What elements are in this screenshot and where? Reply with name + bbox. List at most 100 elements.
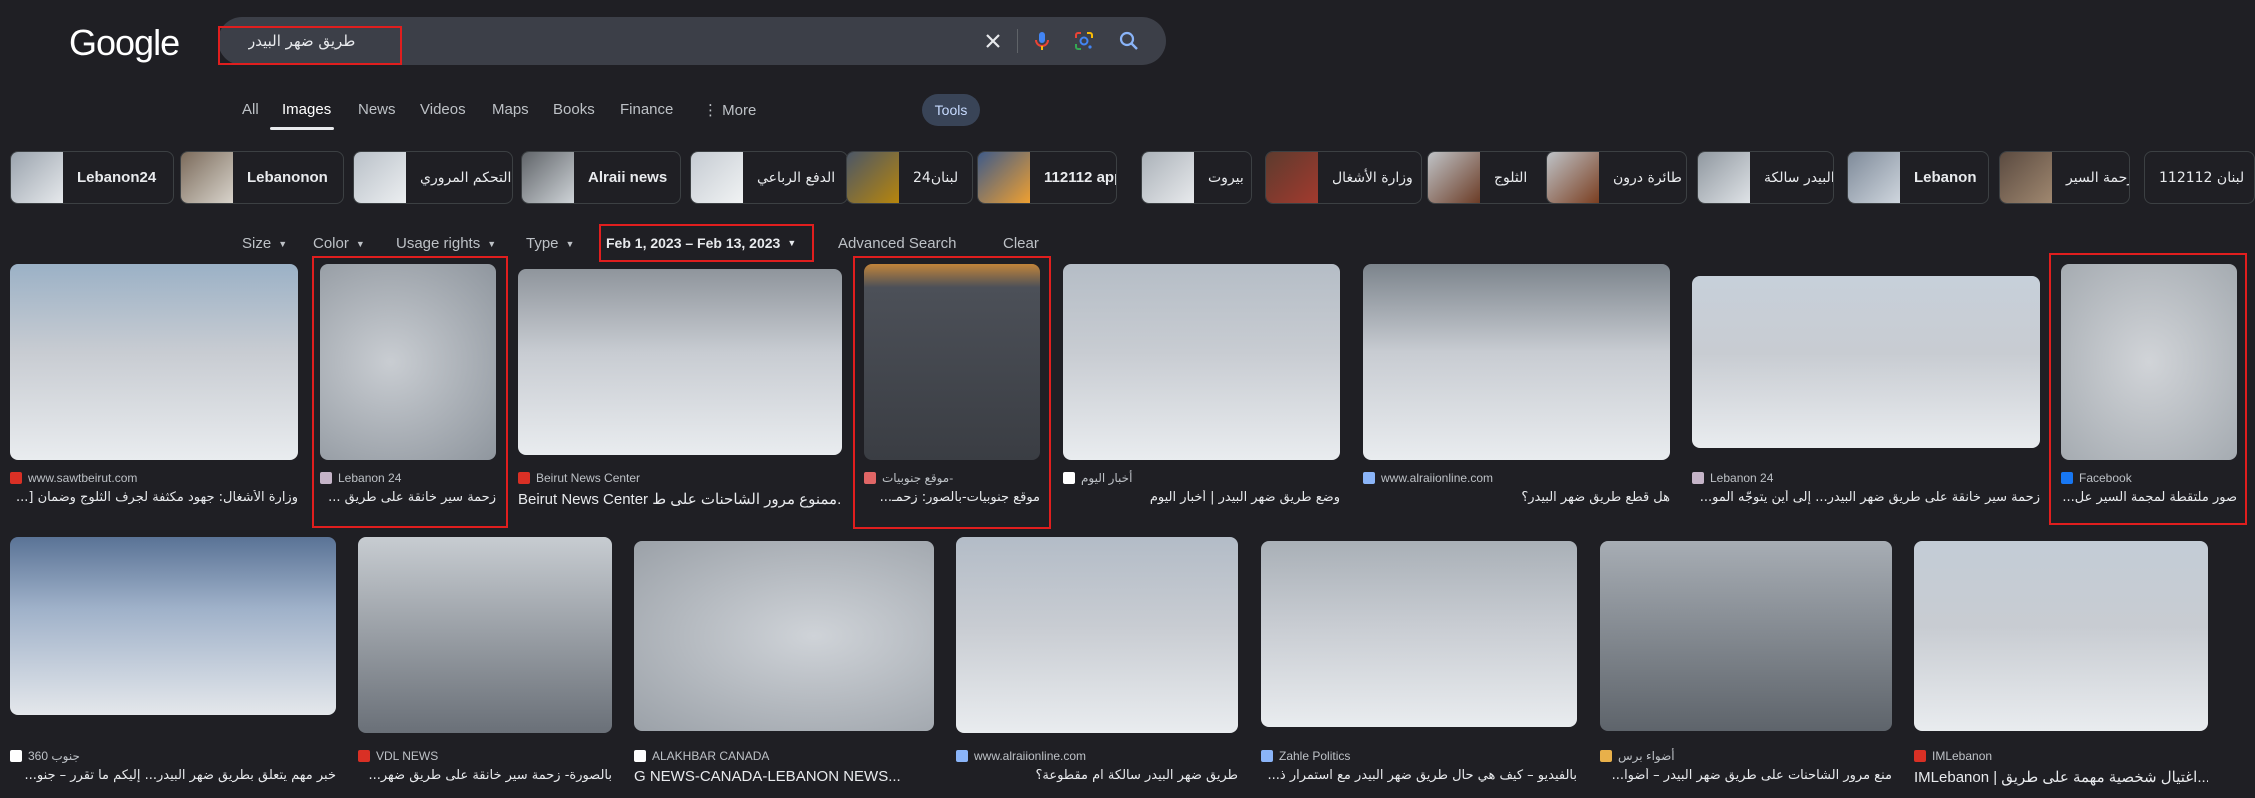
result-title[interactable]: منع مرور الشاحنات على طريق ضهر البيدر – …: [1600, 768, 1892, 783]
tab-finance[interactable]: Finance: [620, 101, 673, 118]
site-favicon-icon: [864, 472, 876, 484]
chip-label: Alraii news: [588, 169, 668, 186]
chip-10[interactable]: طائرة درون: [1546, 151, 1687, 204]
chip-0[interactable]: Lebanon24: [10, 151, 174, 204]
chip-5[interactable]: لبنان24: [846, 151, 973, 204]
filter-color[interactable]: Color ▼: [313, 235, 365, 252]
result-thumbnail[interactable]: [1063, 264, 1340, 460]
chip-12[interactable]: Lebanon: [1847, 151, 1989, 204]
chip-4[interactable]: الدفع الرباعي: [690, 151, 848, 204]
result-title[interactable]: وضع طريق ضهر البيدر | أخبار اليوم: [1063, 490, 1340, 505]
result-source[interactable]: Zahle Politics: [1261, 749, 1350, 763]
result-thumbnail[interactable]: [518, 269, 842, 455]
clear-filters-link[interactable]: Clear: [1003, 235, 1039, 252]
result-source-name: Lebanon 24: [1710, 471, 1774, 485]
result-source[interactable]: أضواء برس: [1600, 749, 1675, 763]
result-title[interactable]: موقع جنوبيات-بالصور: زحمـ...: [864, 490, 1040, 505]
chip-thumbnail: [1698, 152, 1750, 203]
result-source[interactable]: موقع جنوبيات-: [864, 471, 953, 485]
tab-maps[interactable]: Maps: [492, 101, 529, 118]
result-source-name: IMLebanon: [1932, 749, 1993, 763]
chip-8[interactable]: وزارة الأشغال: [1265, 151, 1422, 204]
result-source[interactable]: Lebanon 24: [1692, 471, 1773, 485]
search-button[interactable]: [1117, 29, 1141, 53]
result-title[interactable]: وزارة الأشغال: جهود مكثفة لجرف الثلوج وض…: [10, 490, 298, 505]
tools-button[interactable]: Tools: [922, 94, 980, 126]
result-title[interactable]: Beirut News Center ممنوع مرور الشاحنات ع…: [518, 490, 842, 508]
result-source[interactable]: جنوب 360: [10, 749, 80, 763]
result-thumbnail[interactable]: [1692, 276, 2040, 448]
result-thumbnail[interactable]: [1261, 541, 1577, 727]
chip-14[interactable]: 112112 لبنان: [2144, 151, 2255, 204]
chip-1[interactable]: Lebanonon: [180, 151, 344, 204]
result-title[interactable]: خبر مهم يتعلق بطريق ضهر البيدر... إليكم …: [10, 768, 336, 783]
advanced-search-link[interactable]: Advanced Search: [838, 235, 956, 252]
result-title[interactable]: صور ملتقطة لمجمة السير عل...: [2061, 490, 2237, 505]
result-title[interactable]: زحمة سير خانقة على طريق ...: [320, 490, 496, 505]
tab-videos[interactable]: Videos: [420, 101, 466, 118]
site-favicon-icon: [956, 750, 968, 762]
search-input[interactable]: [218, 17, 958, 65]
chip-label: البيدر سالكة: [1764, 169, 1834, 186]
result-source-name: أخبار اليوم: [1081, 471, 1133, 485]
result-thumbnail[interactable]: [2061, 264, 2237, 460]
google-logo[interactable]: Google: [69, 22, 180, 64]
result-thumbnail[interactable]: [10, 264, 298, 460]
chip-thumbnail: [847, 152, 899, 203]
tab-news[interactable]: News: [358, 101, 396, 118]
result-source[interactable]: www.alraiionline.com: [1363, 471, 1493, 485]
result-thumbnail[interactable]: [358, 537, 612, 733]
result-thumbnail[interactable]: [864, 264, 1040, 460]
filter-size[interactable]: Size ▼: [242, 235, 287, 252]
site-favicon-icon: [1063, 472, 1075, 484]
result-source[interactable]: VDL NEWS: [358, 749, 438, 763]
result-thumbnail[interactable]: [634, 541, 934, 731]
result-thumbnail[interactable]: [1914, 541, 2208, 731]
result-thumbnail[interactable]: [10, 537, 336, 715]
chip-2[interactable]: التحكم المروري: [353, 151, 513, 204]
chip-13[interactable]: زحمة السير: [1999, 151, 2130, 204]
filter-type-label: Type: [526, 235, 559, 252]
result-title[interactable]: طريق ضهر البيدر سالكة ام مقطوعة؟: [956, 768, 1238, 783]
result-source[interactable]: IMLebanon: [1914, 749, 1992, 763]
tab-images[interactable]: Images: [282, 101, 331, 118]
caret-down-icon: ▼: [787, 238, 797, 248]
chip-label: وزارة الأشغال: [1332, 169, 1413, 186]
tab-books[interactable]: Books: [553, 101, 595, 118]
result-title[interactable]: G NEWS-CANADA-LEBANON NEWS...: [634, 768, 934, 785]
result-thumbnail[interactable]: [320, 264, 496, 460]
filter-usage-rights[interactable]: Usage rights ▼: [396, 235, 496, 252]
chip-thumbnail: [1547, 152, 1599, 203]
result-title[interactable]: بالصورة- زحمة سير خانقة على طريق ضهر...: [358, 768, 612, 783]
result-source[interactable]: Facebook: [2061, 471, 2132, 485]
result-title[interactable]: هل قطع طريق ضهر البيدر؟: [1363, 490, 1670, 505]
result-title[interactable]: IMLebanon | اغتيال شخصية مهمة على طريق..…: [1914, 768, 2208, 786]
result-source[interactable]: أخبار اليوم: [1063, 471, 1132, 485]
result-thumbnail[interactable]: [1600, 541, 1892, 731]
voice-search-button[interactable]: [1030, 29, 1054, 53]
result-source[interactable]: Lebanon 24: [320, 471, 401, 485]
result-thumbnail[interactable]: [956, 537, 1238, 733]
result-source-name: VDL NEWS: [376, 749, 439, 763]
filter-type[interactable]: Type ▼: [526, 235, 574, 252]
chip-11[interactable]: البيدر سالكة: [1697, 151, 1834, 204]
result-source[interactable]: Beirut News Center: [518, 471, 640, 485]
chip-7[interactable]: بيروت: [1141, 151, 1252, 204]
chip-3[interactable]: Alraii news: [521, 151, 681, 204]
tab-more[interactable]: ⋮ More: [703, 101, 756, 119]
chip-6[interactable]: 112112 app: [977, 151, 1117, 204]
result-source[interactable]: www.sawtbeirut.com: [10, 471, 137, 485]
result-source-name: جنوب 360: [28, 749, 80, 763]
site-favicon-icon: [358, 750, 370, 762]
result-source[interactable]: www.alraiionline.com: [956, 749, 1086, 763]
result-title[interactable]: زحمة سير خانقة على طريق ضهر البيدر... إل…: [1692, 490, 2040, 505]
result-source[interactable]: ALAKHBAR CANADA: [634, 749, 769, 763]
clear-search-button[interactable]: [981, 29, 1005, 53]
filter-date-range[interactable]: Feb 1, 2023 – Feb 13, 2023 ▼: [606, 235, 796, 251]
result-title[interactable]: بالفيديو – كيف هي حال طريق ضهر البيدر مع…: [1261, 768, 1578, 783]
tab-all[interactable]: All: [242, 101, 259, 118]
lens-search-button[interactable]: [1072, 29, 1096, 53]
result-thumbnail[interactable]: [1363, 264, 1670, 460]
chip-label: زحمة السير: [2066, 169, 2130, 186]
site-favicon-icon: [10, 750, 22, 762]
